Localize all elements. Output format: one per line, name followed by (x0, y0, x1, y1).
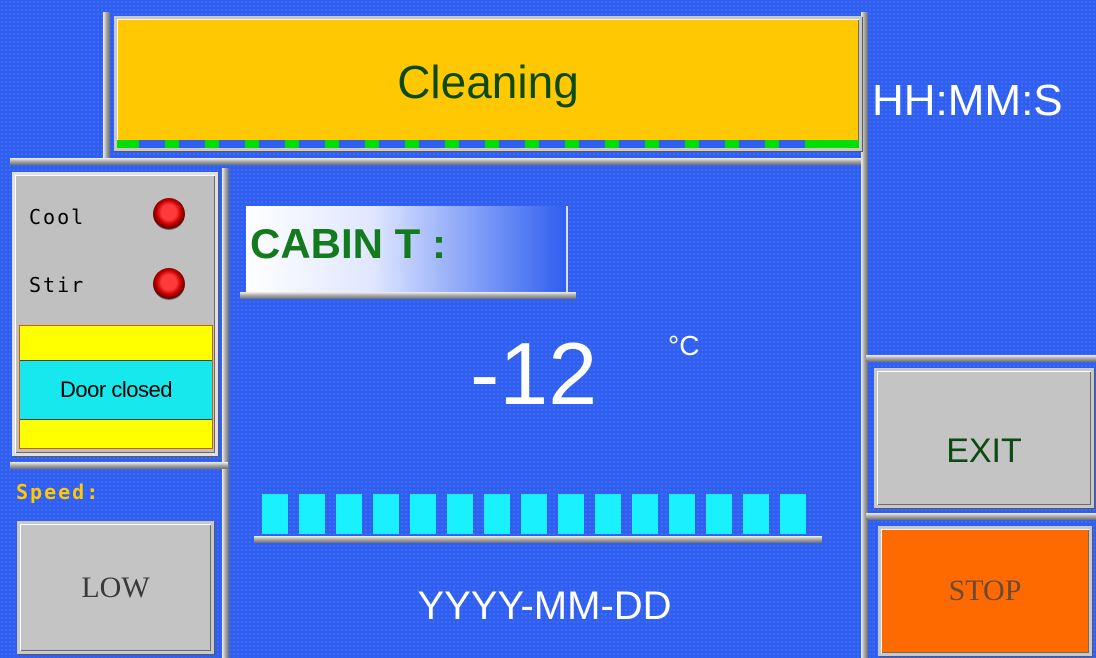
progress-gap (179, 140, 205, 148)
date-text: YYYY-MM-DD (417, 584, 672, 628)
progress-gap (619, 140, 645, 148)
progress-gap (419, 140, 445, 148)
divider-vertical-top-left (103, 12, 110, 164)
temperature-level-bar (262, 494, 810, 534)
cool-indicator-icon (153, 198, 185, 230)
cabin-label-box: CABIN T : (246, 206, 568, 292)
level-segment (299, 494, 325, 534)
clock-text: HH:MM:S (872, 76, 1063, 125)
level-segment (410, 494, 436, 534)
progress-gap (739, 140, 765, 148)
door-status-text: Door closed (60, 377, 172, 402)
status-panel: Cool Stir Door closed (12, 172, 218, 456)
divider-horizontal-right-upper (866, 355, 1096, 362)
cabin-label: CABIN T : (250, 220, 446, 267)
level-segment (595, 494, 621, 534)
progress-gap (659, 140, 685, 148)
stop-button[interactable]: STOP (878, 526, 1092, 656)
exit-label: EXIT (946, 431, 1022, 470)
door-status-bar: Door closed (19, 325, 213, 449)
speed-label: Speed: (16, 480, 101, 504)
stir-indicator-icon (153, 268, 185, 300)
date-display: YYYY-MM-DD (228, 584, 861, 644)
level-segment (521, 494, 547, 534)
clock-display: HH:MM:S (872, 76, 1096, 136)
level-segment (484, 494, 510, 534)
speed-low-label: LOW (81, 570, 150, 604)
divider-horizontal-right-lower (866, 513, 1096, 520)
progress-gap (339, 140, 365, 148)
level-segment (632, 494, 658, 534)
divider-horizontal-left (10, 462, 228, 469)
level-segment (447, 494, 473, 534)
level-segment (373, 494, 399, 534)
progress-gap (259, 140, 285, 148)
progress-gap (459, 140, 485, 148)
progress-gap (219, 140, 245, 148)
progress-gap (139, 140, 165, 148)
stir-label: Stir (29, 273, 86, 297)
door-status-box: Door closed (20, 360, 212, 420)
progress-gap (299, 140, 325, 148)
level-segment (336, 494, 362, 534)
cabin-label-underline (240, 292, 576, 299)
progress-gap (579, 140, 605, 148)
level-segment (558, 494, 584, 534)
exit-button[interactable]: EXIT (874, 368, 1094, 508)
stop-label: STOP (948, 574, 1022, 607)
divider-vertical-right (861, 12, 868, 658)
level-bar-baseline (254, 536, 822, 543)
divider-horizontal-top (10, 158, 867, 165)
progress-gap (699, 140, 725, 148)
level-segment (743, 494, 769, 534)
level-segment (669, 494, 695, 534)
speed-low-button[interactable]: LOW (17, 521, 214, 654)
progress-indicator (117, 140, 859, 148)
progress-gap (539, 140, 565, 148)
level-segment (780, 494, 806, 534)
level-segment (706, 494, 732, 534)
progress-gap (499, 140, 525, 148)
title-panel: Cleaning (114, 16, 862, 151)
level-segment (262, 494, 288, 534)
progress-gap (779, 140, 805, 148)
progress-gap (379, 140, 405, 148)
page-title: Cleaning (397, 55, 579, 108)
cool-label: Cool (29, 205, 86, 229)
temperature-unit: °C (668, 330, 700, 361)
temperature-value: -12 (470, 324, 598, 423)
